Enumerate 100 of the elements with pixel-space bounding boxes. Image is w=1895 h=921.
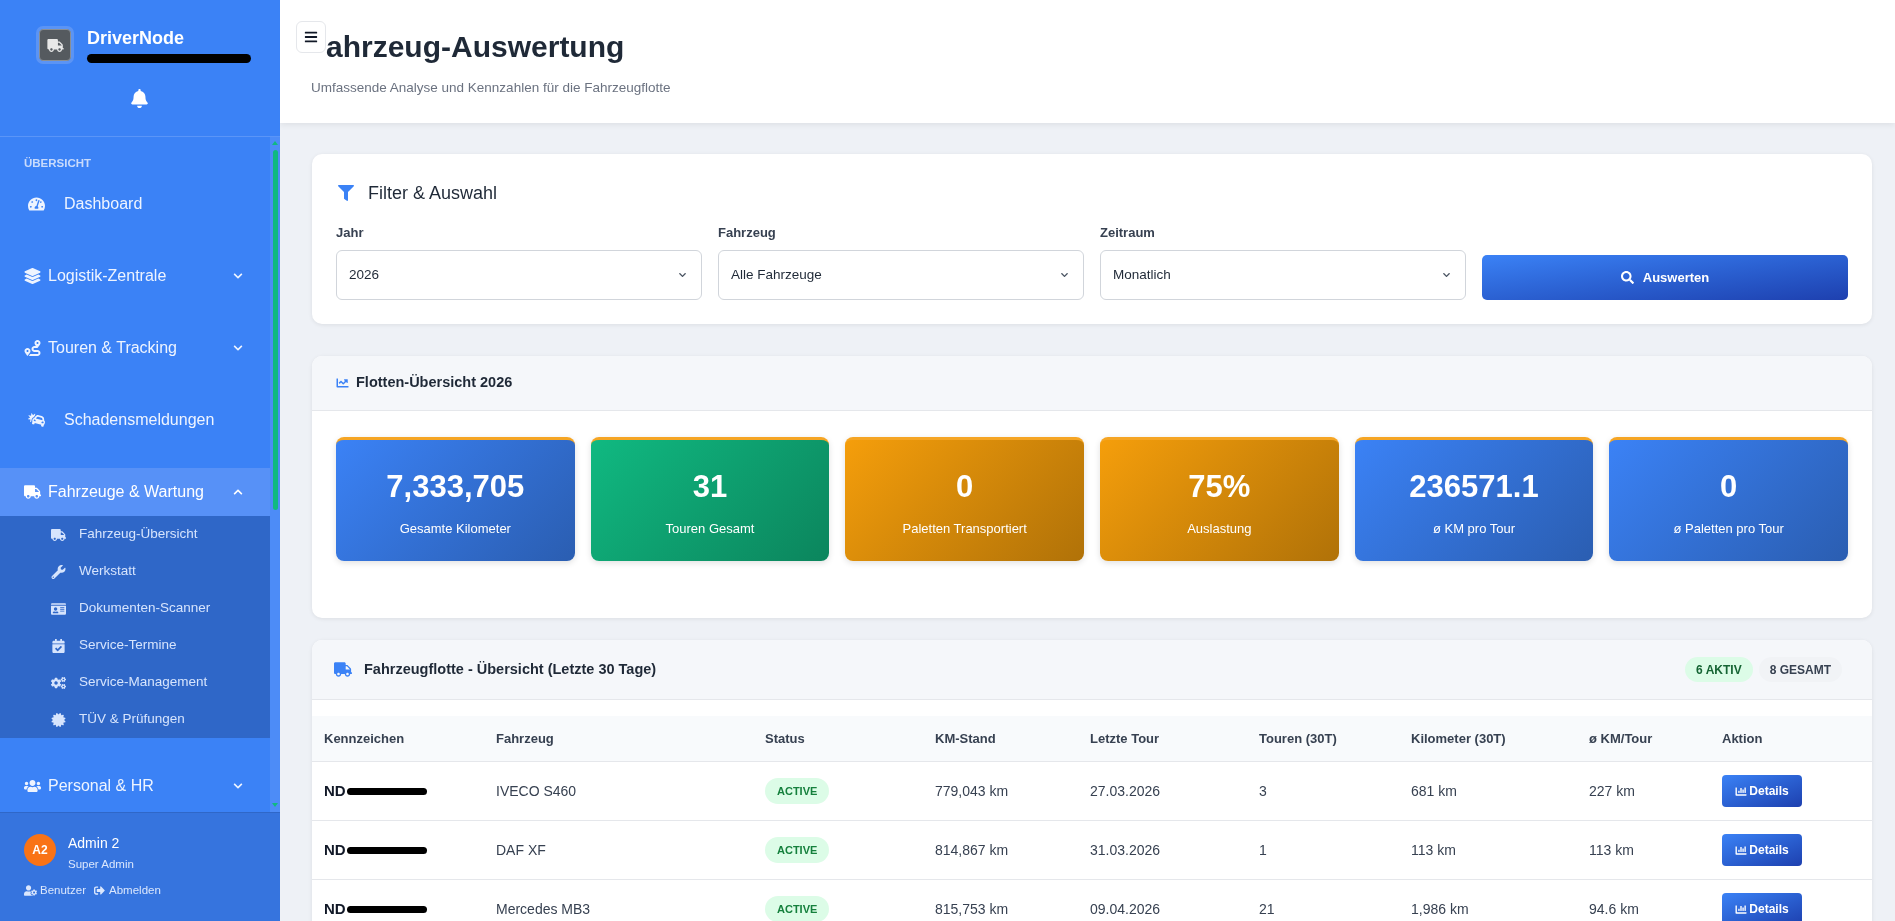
- table-cell-text: 09.04.2026: [1089, 899, 1162, 919]
- stat-value: 31: [692, 469, 728, 505]
- filter-icon: [338, 185, 354, 201]
- table-cell-text: 1: [1258, 840, 1268, 860]
- sidebar-item[interactable]: Personal & HR: [0, 762, 270, 810]
- menu-button[interactable]: [296, 21, 326, 53]
- bar-chart-icon: [1735, 844, 1748, 856]
- table-cell-text: 681 km: [1410, 781, 1458, 801]
- logout-icon: [93, 885, 107, 897]
- users-link[interactable]: Benutzer: [24, 882, 87, 900]
- section-label: ÜBERSICHT: [23, 156, 93, 171]
- submenu-item[interactable]: Service-Management: [0, 664, 270, 701]
- table-cell-text: 21: [1258, 899, 1276, 919]
- table-cell-text: 113 km: [1588, 840, 1635, 860]
- car-crash-icon: [28, 412, 45, 428]
- card-title: Fahrzeugflotte - Übersicht (Letzte 30 Tage): [364, 659, 658, 679]
- details-button[interactable]: Details: [1722, 775, 1802, 807]
- wrench-icon: [51, 564, 66, 579]
- sidebar-item[interactable]: Logistik-Zentrale: [0, 252, 270, 300]
- column-header: Kennzeichen: [323, 729, 406, 748]
- evaluate-button[interactable]: Auswerten: [1482, 255, 1848, 300]
- line-chart-icon: [336, 377, 349, 389]
- scrollbar[interactable]: [270, 137, 280, 812]
- search-icon: [1620, 271, 1634, 284]
- table-cell-text: 779,043 km: [934, 781, 1010, 801]
- field-label: Jahr: [336, 224, 365, 242]
- stat-label: Paletten Transportiert: [902, 520, 1027, 538]
- stat-label: Auslastung: [1187, 520, 1252, 538]
- column-header: Fahrzeug: [495, 729, 555, 748]
- bar-chart-icon: [1735, 785, 1748, 797]
- sidebar-item[interactable]: Touren & Tracking: [0, 324, 270, 372]
- submenu-item[interactable]: TÜV & Prüfungen: [0, 701, 270, 738]
- chevron-down-icon: [1059, 271, 1070, 279]
- stat-label: ø Paletten pro Tour: [1673, 520, 1784, 538]
- submenu-item[interactable]: Werkstatt: [0, 553, 270, 590]
- field-label: Fahrzeug: [718, 224, 777, 242]
- count-badge: 8 GESAMT: [1758, 657, 1842, 682]
- sidebar-item[interactable]: Fahrzeuge & Wartung: [0, 468, 270, 516]
- users-icon: [24, 778, 41, 794]
- select-field[interactable]: Monatlich: [1100, 250, 1466, 300]
- column-header: Touren (30T): [1258, 729, 1338, 748]
- seal-icon: [51, 712, 66, 727]
- truck-icon: [51, 527, 66, 542]
- plate-text: ND: [324, 898, 346, 919]
- table-cell-text: 94.6 km: [1588, 899, 1640, 919]
- details-button[interactable]: Details: [1722, 834, 1802, 866]
- select-field[interactable]: 2026: [336, 250, 702, 300]
- submenu-item[interactable]: Fahrzeug-Übersicht: [0, 516, 270, 553]
- stat-value: 0: [1720, 469, 1738, 505]
- page-title: ahrzeug-Auswertung: [326, 29, 626, 65]
- bell-icon[interactable]: [130, 89, 148, 108]
- column-header: ø KM/Tour: [1588, 729, 1654, 748]
- user-name: Admin 2: [68, 834, 121, 852]
- gauge-icon: [28, 196, 45, 212]
- status-badge: ACTIVE: [765, 837, 830, 863]
- table-cell-text: 814,867 km: [934, 840, 1010, 860]
- table-cell-text: Mercedes MB3: [495, 899, 592, 919]
- submenu-item[interactable]: Service-Termine: [0, 627, 270, 664]
- select-field[interactable]: Alle Fahrzeuge: [718, 250, 1084, 300]
- logout-link[interactable]: Abmelden: [93, 882, 161, 900]
- submenu-item[interactable]: Dokumenten-Scanner: [0, 590, 270, 627]
- table-cell-text: 31.03.2026: [1089, 840, 1162, 860]
- truck-icon: [334, 662, 352, 677]
- scrollbar-thumb[interactable]: [272, 150, 278, 510]
- field-label: Zeitraum: [1100, 224, 1156, 242]
- stat-value: 236571.1: [1409, 469, 1539, 505]
- status-badge: ACTIVE: [765, 896, 830, 921]
- menu-icon: [304, 30, 318, 44]
- stat-label: Gesamte Kilometer: [399, 520, 511, 538]
- user-role: Super Admin: [68, 857, 134, 872]
- count-badge: 6 AKTIV: [1685, 657, 1753, 682]
- stat-label: Touren Gesamt: [665, 520, 755, 538]
- details-button[interactable]: Details: [1722, 893, 1802, 921]
- id-card-icon: [51, 601, 66, 616]
- page-subtitle: Umfassende Analyse und Kennzahlen für die Fahrzeugflotte: [311, 79, 672, 97]
- sidebar-item[interactable]: Schadensmeldungen: [0, 396, 270, 444]
- chevron-down-icon: [1441, 271, 1452, 279]
- status-badge: ACTIVE: [765, 778, 830, 804]
- table-cell-text: IVECO S460: [495, 781, 578, 801]
- table-cell-text: 227 km: [1588, 781, 1636, 801]
- stat-value: 75%: [1188, 469, 1251, 505]
- logo-icon: [36, 26, 74, 64]
- card-title: Filter & Auswahl: [368, 181, 498, 205]
- sidebar-item[interactable]: Dashboard: [0, 180, 270, 228]
- layers-icon: [24, 268, 41, 284]
- route-icon: [24, 340, 41, 356]
- stat-value: 0: [956, 469, 974, 505]
- stat-label: ø KM pro Tour: [1432, 520, 1516, 538]
- bar-chart-icon: [1735, 903, 1748, 915]
- column-header: Letzte Tour: [1089, 729, 1161, 748]
- gears-icon: [51, 675, 66, 690]
- stat-value: 7,333,705: [386, 469, 525, 505]
- chevron-down-icon: [677, 271, 688, 279]
- table-cell-text: 113 km: [1410, 840, 1457, 860]
- table-cell-text: 3: [1258, 781, 1268, 801]
- column-header: Aktion: [1721, 729, 1764, 748]
- user-gear-icon: [24, 885, 37, 897]
- card-title: Flotten-Übersicht 2026: [356, 373, 513, 393]
- user-avatar: A2: [24, 834, 56, 866]
- brand-name: DriverNode: [87, 27, 186, 49]
